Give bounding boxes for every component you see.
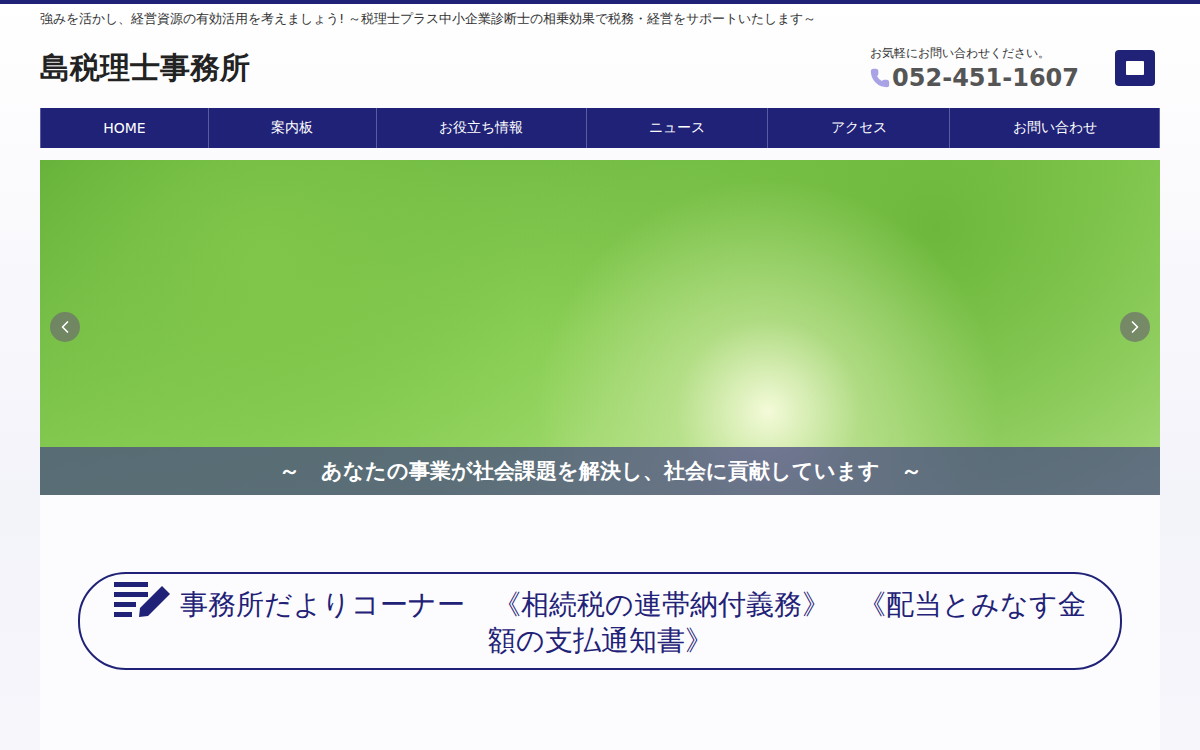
next-button[interactable] bbox=[1120, 312, 1150, 342]
edit-list-icon bbox=[114, 580, 174, 618]
phone-number[interactable]: 052-451-1607 bbox=[870, 64, 1079, 92]
mail-button[interactable] bbox=[1115, 50, 1155, 86]
mail-icon bbox=[1123, 56, 1147, 80]
phone-icon bbox=[870, 68, 890, 88]
hero-slider: ～ あなたの事業が社会課題を解決し、社会に貢献しています ～ bbox=[40, 160, 1160, 495]
news-heading[interactable]: 事務所だよりコーナー 《相続税の連帯納付義務》 《配当とみなす金額の支払通知書》 bbox=[78, 572, 1122, 670]
content: 事務所だよりコーナー 《相続税の連帯納付義務》 《配当とみなす金額の支払通知書》 bbox=[40, 495, 1160, 750]
chevron-left-icon bbox=[55, 317, 75, 337]
nav-item[interactable]: ニュース bbox=[587, 108, 769, 148]
nav-item[interactable]: お役立ち情報 bbox=[377, 108, 587, 148]
tagline: 強みを活かし、経営資源の有効活用を考えましょう! ～税理士プラス中小企業診断士の… bbox=[40, 4, 1160, 28]
contact-note: お気軽にお問い合わせください。 bbox=[870, 45, 1079, 62]
nav-item[interactable]: HOME bbox=[41, 108, 209, 148]
nav-item[interactable]: アクセス bbox=[768, 108, 950, 148]
page: 強みを活かし、経営資源の有効活用を考えましょう! ～税理士プラス中小企業診断士の… bbox=[0, 0, 1200, 750]
chevron-right-icon bbox=[1125, 317, 1145, 337]
nav-item[interactable]: 案内板 bbox=[209, 108, 377, 148]
contact: お気軽にお問い合わせください。 052-451-1607 bbox=[870, 45, 1160, 92]
site-logo[interactable]: 島税理士事務所 bbox=[40, 48, 250, 89]
slider-caption: ～ あなたの事業が社会課題を解決し、社会に貢献しています ～ bbox=[40, 447, 1160, 495]
nav-bar: HOME案内板お役立ち情報ニュースアクセスお問い合わせ bbox=[40, 108, 1160, 148]
nav-item[interactable]: お問い合わせ bbox=[950, 108, 1160, 148]
header: 島税理士事務所 お気軽にお問い合わせください。 052-451-1607 bbox=[40, 28, 1160, 108]
prev-button[interactable] bbox=[50, 312, 80, 342]
